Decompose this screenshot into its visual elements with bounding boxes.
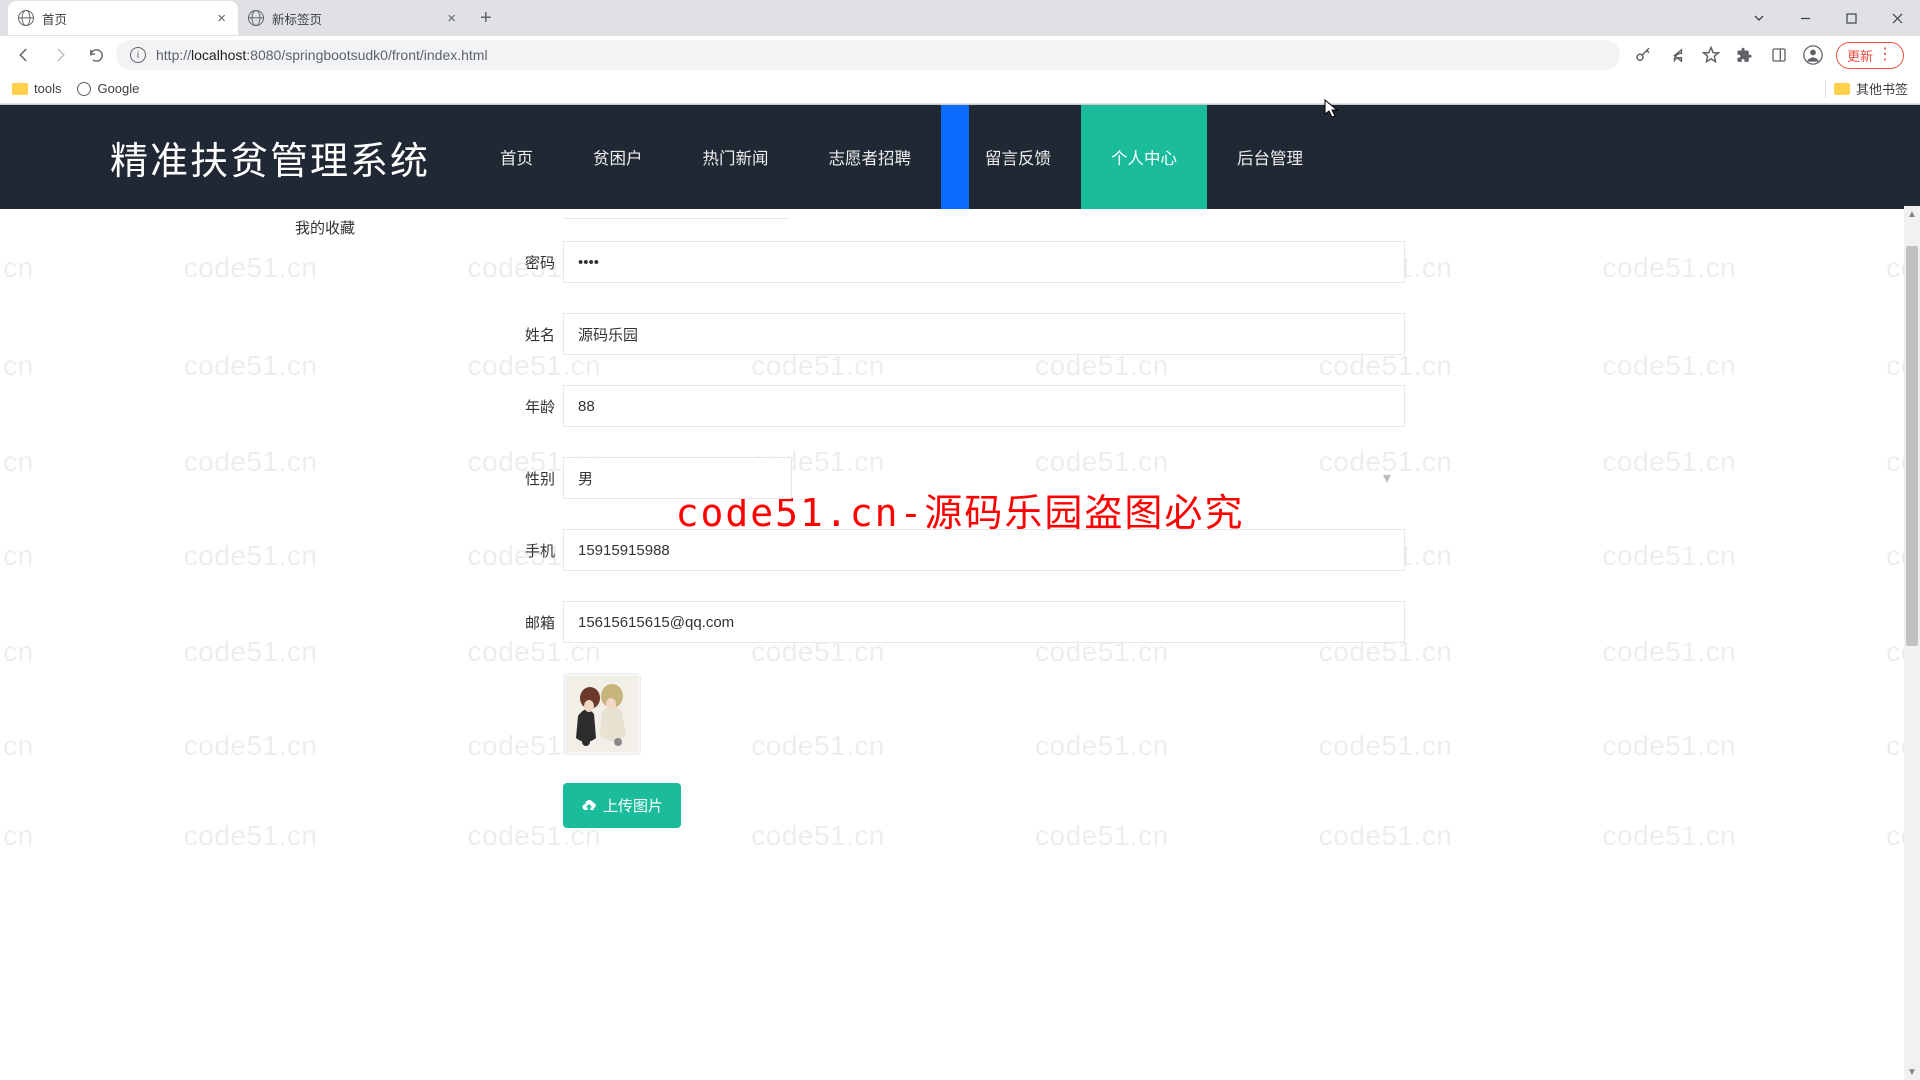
form-row-password: 密码 [525,241,1405,283]
globe-icon [18,10,34,26]
field-top-edge[interactable] [563,209,790,219]
nav-home[interactable]: 首页 [470,105,563,209]
separator [1825,80,1826,98]
folder-icon [12,83,28,95]
back-button[interactable] [8,39,40,71]
password-label: 密码 [525,252,563,273]
phone-input[interactable] [563,529,1405,571]
profile-form: 密码 姓名 年龄 性别 ▾ 手机 邮箱 [525,209,1405,828]
sidepanel-icon[interactable] [1768,44,1790,66]
email-label: 邮箱 [525,612,563,633]
update-button[interactable]: 更新 ⋮ [1836,42,1904,69]
extensions-icon[interactable] [1734,44,1756,66]
scroll-thumb[interactable] [1906,246,1918,646]
window-controls [1736,0,1920,36]
new-tab-button[interactable]: + [468,7,504,30]
toolbar-right: 更新 ⋮ [1624,42,1912,69]
app-header: 精准扶贫管理系统 首页 贫困户 热门新闻 志愿者招聘 留言反馈 个人中心 后台管… [0,105,1920,209]
key-icon[interactable] [1632,44,1654,66]
email-input[interactable] [563,601,1405,643]
nav-poor[interactable]: 贫困户 [563,105,673,209]
scroll-up-icon[interactable]: ▲ [1904,206,1920,222]
bookmark-other[interactable]: 其他书签 [1834,79,1908,98]
bookmark-tools[interactable]: tools [12,81,61,96]
folder-icon [1834,83,1850,95]
close-icon[interactable]: × [215,10,228,27]
scroll-down-icon[interactable]: ▼ [1904,1064,1920,1080]
form-row-email: 邮箱 [525,601,1405,643]
age-label: 年龄 [525,396,563,417]
upload-button[interactable]: 上传图片 [563,783,681,828]
nav-admin[interactable]: 后台管理 [1207,105,1333,209]
sidebar: 我的收藏 [295,209,475,828]
phone-label: 手机 [525,540,563,561]
main-content: 我的收藏 密码 姓名 年龄 性别 ▾ 手机 [0,209,1920,828]
minimize-icon[interactable] [1782,0,1828,36]
nav-volunteer[interactable]: 志愿者招聘 [799,105,942,209]
nav-highlight-strip [941,105,969,209]
app-logo: 精准扶贫管理系统 [110,130,430,185]
form-row-age: 年龄 [525,385,1405,427]
reload-button[interactable] [80,39,112,71]
forward-button[interactable] [44,39,76,71]
address-bar-row: i http://localhost:8080/springbootsudk0/… [0,36,1920,74]
tab-newtab[interactable]: 新标签页 × [238,1,468,35]
form-row-gender: 性别 ▾ [525,457,1405,499]
nav-news[interactable]: 热门新闻 [673,105,799,209]
close-icon[interactable]: × [445,10,458,27]
main-nav: 首页 贫困户 热门新闻 志愿者招聘 留言反馈 个人中心 后台管理 [470,105,1333,209]
cloud-upload-icon [581,798,597,814]
chevron-down-icon: ▾ [1383,468,1391,488]
maximize-icon[interactable] [1828,0,1874,36]
bookmark-google[interactable]: Google [77,81,139,96]
name-label: 姓名 [525,324,563,345]
avatar-image [566,676,638,752]
browser-chrome: 首页 × 新标签页 × + i http://localhost:8080/sp… [0,0,1920,105]
form-row-name: 姓名 [525,313,1405,355]
age-input[interactable] [563,385,1405,427]
form-row-hidden [525,209,1405,219]
tab-title: 新标签页 [272,9,445,28]
form-row-phone: 手机 [525,529,1405,571]
tab-title: 首页 [42,9,215,28]
site-info-icon[interactable]: i [130,47,146,63]
globe-icon [77,82,91,96]
password-input[interactable] [563,241,1405,283]
url-text: http://localhost:8080/springbootsudk0/fr… [156,47,488,63]
chevron-down-icon[interactable] [1736,0,1782,36]
gender-select[interactable] [563,457,792,499]
menu-dots-icon: ⋮ [1877,47,1893,63]
update-label: 更新 [1847,46,1873,65]
upload-row: 上传图片 [563,783,1405,828]
tab-bar: 首页 × 新标签页 × + [0,0,1920,36]
url-input[interactable]: i http://localhost:8080/springbootsudk0/… [116,40,1620,70]
upload-label: 上传图片 [603,795,663,816]
avatar-preview[interactable] [563,673,641,755]
nav-feedback[interactable]: 留言反馈 [969,105,1081,209]
nav-personal-center[interactable]: 个人中心 [1081,105,1207,209]
vertical-scrollbar[interactable]: ▲ ▼ [1904,206,1920,1080]
name-input[interactable] [563,313,1405,355]
tab-homepage[interactable]: 首页 × [8,1,238,35]
globe-icon [248,10,264,26]
share-icon[interactable] [1666,44,1688,66]
profile-icon[interactable] [1802,44,1824,66]
sidebar-item-favorites[interactable]: 我的收藏 [295,213,475,242]
close-window-icon[interactable] [1874,0,1920,36]
bookmarks-bar: tools Google 其他书签 [0,74,1920,104]
gender-label: 性别 [525,468,563,489]
star-icon[interactable] [1700,44,1722,66]
